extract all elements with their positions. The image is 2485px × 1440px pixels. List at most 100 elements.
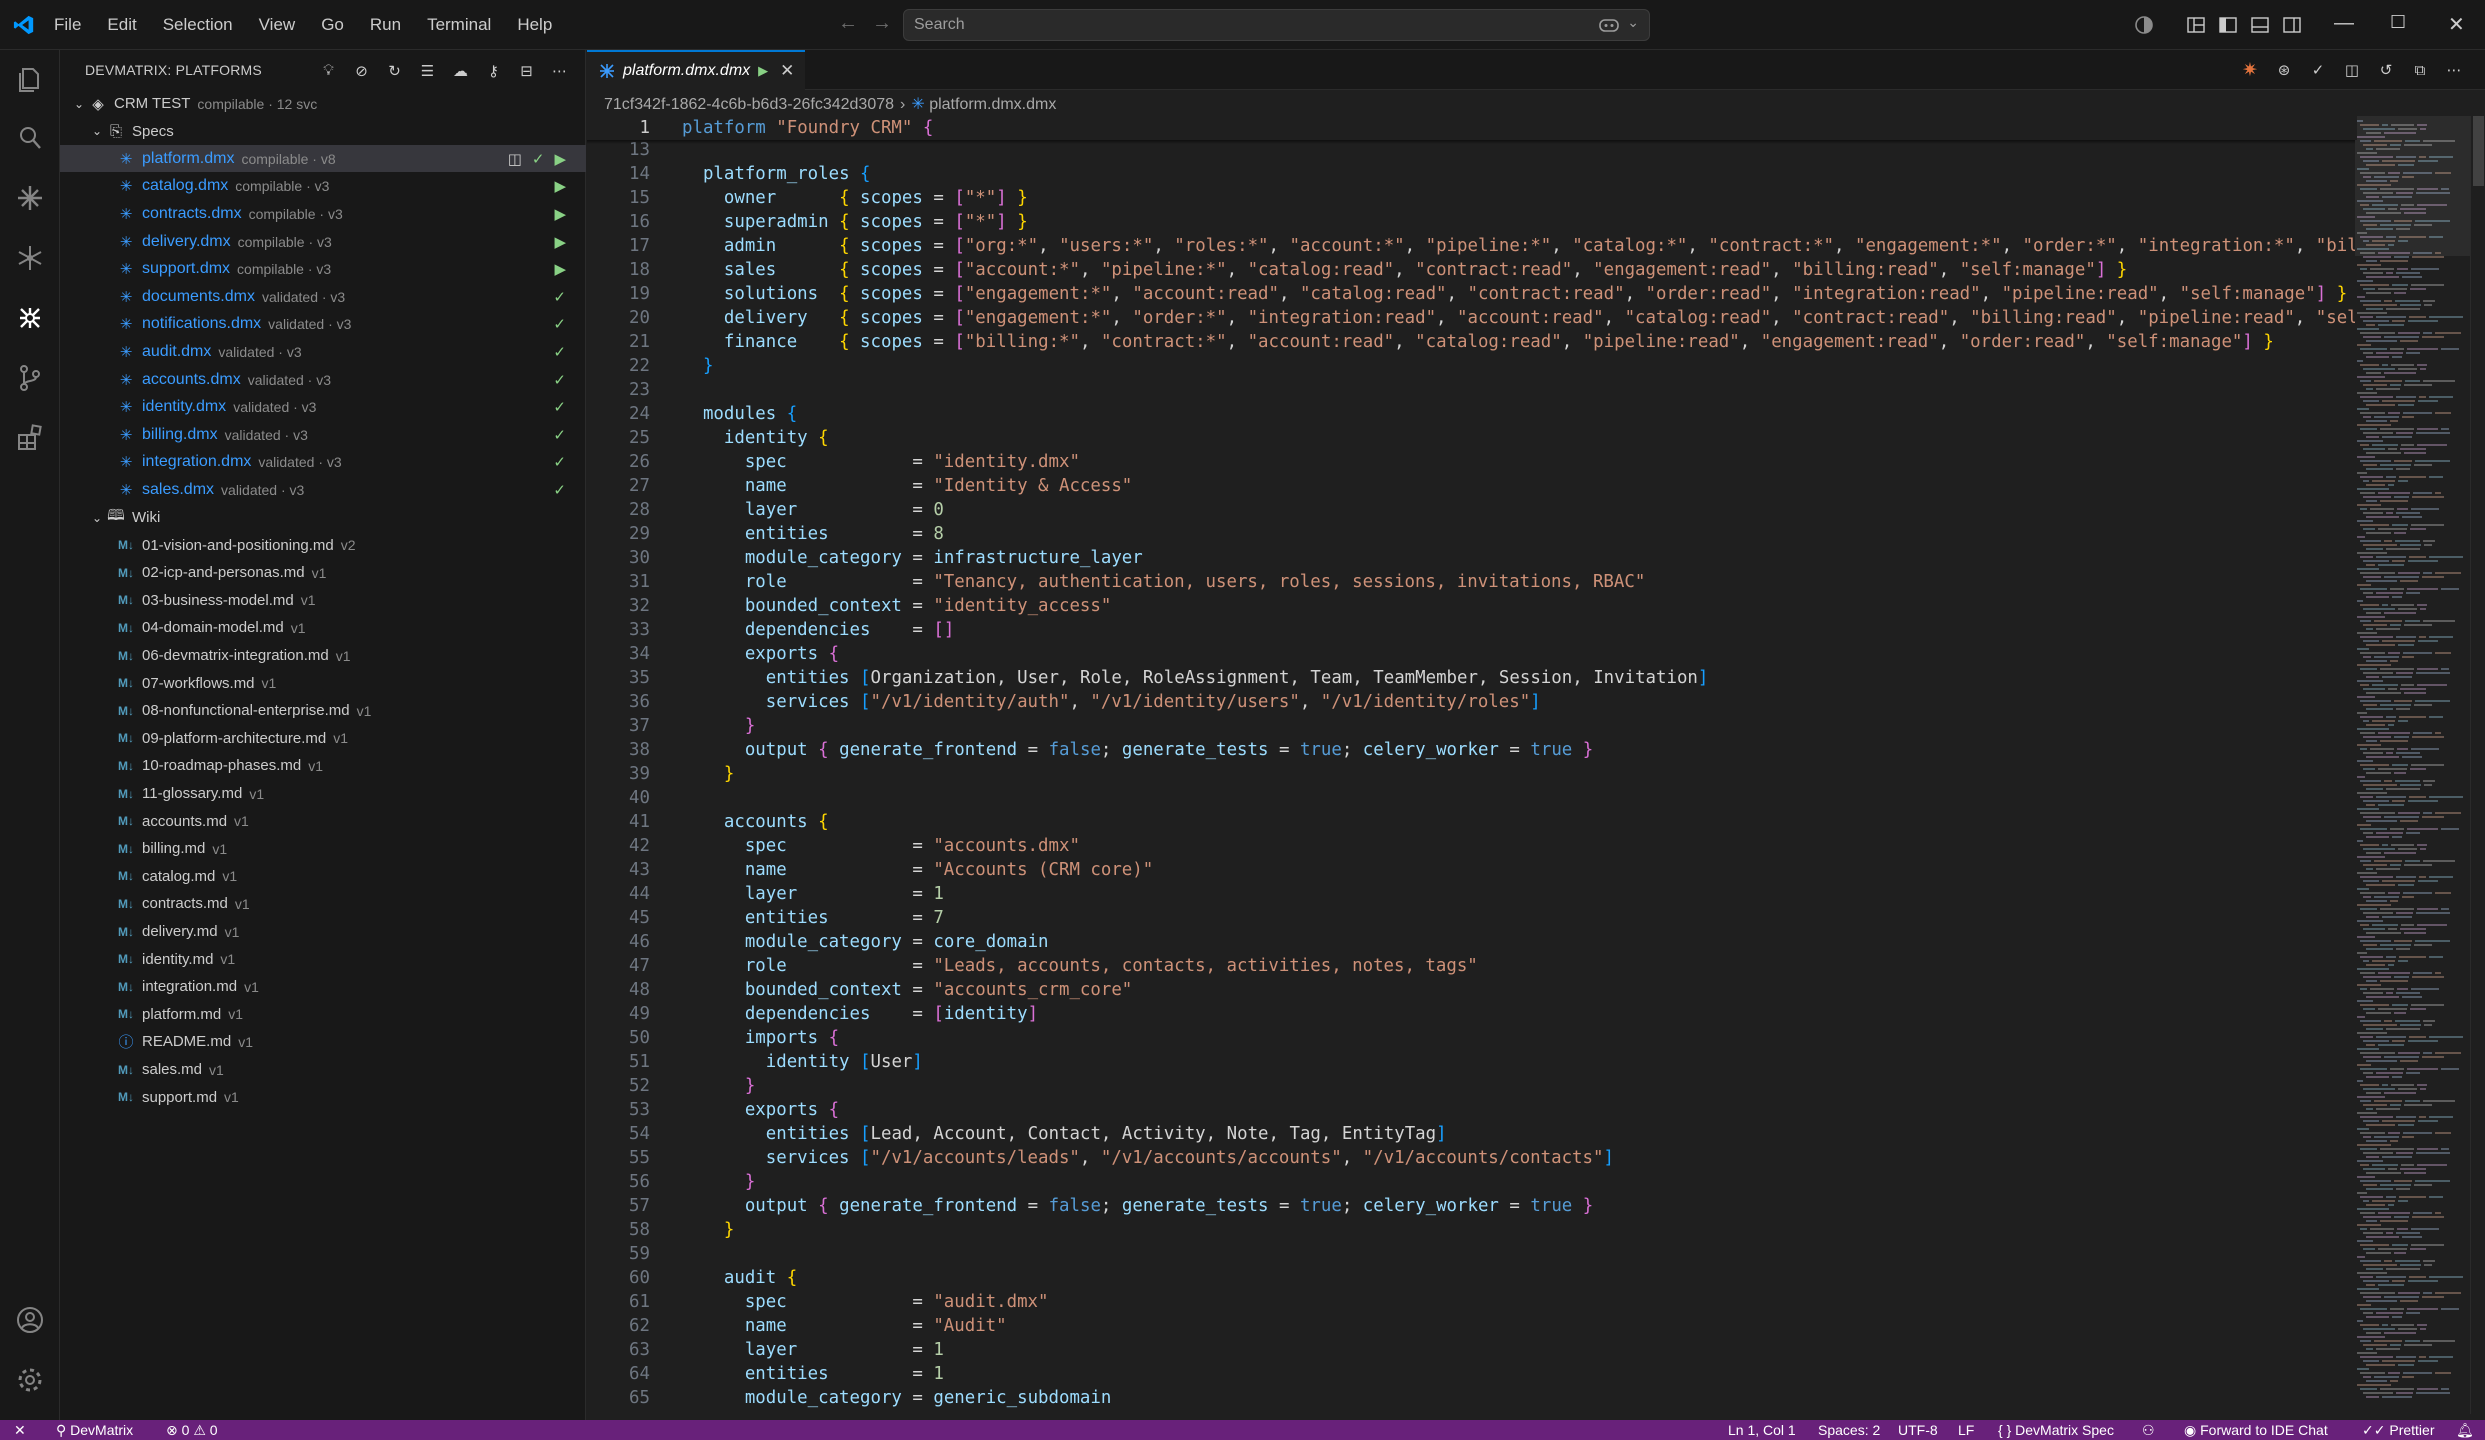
- toggle-secondary-sidebar-icon[interactable]: [2282, 15, 2302, 35]
- chevron-down-icon[interactable]: ⌄: [1627, 14, 1639, 31]
- more-actions-icon[interactable]: ⋯: [549, 60, 570, 81]
- code-line[interactable]: 31 role = "Tenancy, authentication, user…: [587, 570, 2357, 594]
- status-formatter[interactable]: ✓✓ Prettier: [2362, 1422, 2434, 1439]
- chevron-down-icon[interactable]: ⌄: [88, 124, 106, 138]
- status-indentation[interactable]: Spaces: 2: [1818, 1422, 1880, 1438]
- tree-group-specs[interactable]: ⌄ ⎘ Specs: [60, 118, 586, 145]
- minimap-viewport[interactable]: [2355, 116, 2470, 256]
- code-line[interactable]: 57 output { generate_frontend = false; g…: [587, 1194, 2357, 1218]
- scrollbar-thumb[interactable]: [2473, 116, 2484, 186]
- wiki-item-11-glossary[interactable]: M↓ 11-glossary.md v1: [60, 780, 586, 807]
- refresh-icon[interactable]: ↻: [384, 60, 405, 81]
- run-spec-icon[interactable]: ▶: [554, 205, 566, 223]
- status-problems[interactable]: ⊗ 0 ⚠ 0: [166, 1422, 218, 1439]
- wiki-item-09-platform-architecture[interactable]: M↓ 09-platform-architecture.md v1: [60, 725, 586, 752]
- code-line[interactable]: 16 superadmin { scopes = ["*"] }: [587, 210, 2357, 234]
- tree-group-wiki[interactable]: ⌄ 🕮︎ Wiki: [60, 504, 586, 531]
- code-line[interactable]: 24 modules {: [587, 402, 2357, 426]
- snowflake-extension-icon[interactable]: [14, 242, 46, 274]
- code-line[interactable]: 18 sales { scopes = ["account:*", "pipel…: [587, 258, 2357, 282]
- spec-item-accounts[interactable]: ✳ accounts.dmx validated · v3 ✓: [60, 366, 586, 393]
- wiki-item-accounts[interactable]: M↓ accounts.md v1: [60, 808, 586, 835]
- wiki-item-delivery[interactable]: M↓ delivery.md v1: [60, 918, 586, 945]
- close-window-icon[interactable]: ✕: [2448, 12, 2465, 37]
- tree-project-crm-test[interactable]: ⌄ ◈ CRM TEST compilable · 12 svc: [60, 90, 586, 117]
- minimize-icon[interactable]: —: [2334, 12, 2354, 35]
- wiki-item-identity[interactable]: M↓ identity.md v1: [60, 946, 586, 973]
- wiki-item-contracts[interactable]: M↓ contracts.md v1: [60, 890, 586, 917]
- code-line[interactable]: 41 accounts {: [587, 810, 2357, 834]
- wiki-item-02-icp-and-personas[interactable]: M↓ 02-icp-and-personas.md v1: [60, 559, 586, 586]
- more-actions-icon[interactable]: ⋯: [2443, 59, 2465, 81]
- run-spec-icon[interactable]: ▶: [554, 233, 566, 251]
- toggle-primary-sidebar-icon[interactable]: [2218, 15, 2238, 35]
- copilot-status-icon[interactable]: ⚇: [2142, 1422, 2155, 1439]
- code-line[interactable]: 38 output { generate_frontend = false; g…: [587, 738, 2357, 762]
- chevron-down-icon[interactable]: ⌄: [88, 511, 106, 525]
- vertical-scrollbar[interactable]: [2470, 116, 2485, 1414]
- wiki-item-07-workflows[interactable]: M↓ 07-workflows.md v1: [60, 670, 586, 697]
- menu-help[interactable]: Help: [517, 15, 552, 35]
- command-center-search[interactable]: Search ⌄: [903, 9, 1650, 41]
- code-line[interactable]: 22 }: [587, 354, 2357, 378]
- code-line[interactable]: 35 entities [Organization, User, Role, R…: [587, 666, 2357, 690]
- code-line[interactable]: 60 audit {: [587, 1266, 2357, 1290]
- code-line[interactable]: 62 name = "Audit": [587, 1314, 2357, 1338]
- run-spec-icon[interactable]: ▶: [554, 260, 566, 278]
- code-line[interactable]: 65 module_category = generic_subdomain: [587, 1386, 2357, 1410]
- menu-run[interactable]: Run: [370, 15, 401, 35]
- compile-all-icon[interactable]: ⊘: [351, 60, 372, 81]
- search-icon[interactable]: [14, 122, 46, 154]
- code-line[interactable]: 17 admin { scopes = ["org:*", "users:*",…: [587, 234, 2357, 258]
- code-line[interactable]: 64 entities = 1: [587, 1362, 2357, 1386]
- run-spec-icon[interactable]: ▶: [554, 151, 566, 168]
- code-line[interactable]: 53 exports {: [587, 1098, 2357, 1122]
- wiki-item-01-vision-and-positioning[interactable]: M↓ 01-vision-and-positioning.md v2: [60, 532, 586, 559]
- code-line[interactable]: 30 module_category = infrastructure_laye…: [587, 546, 2357, 570]
- wiki-item-integration[interactable]: M↓ integration.md v1: [60, 973, 586, 1000]
- open-preview-icon[interactable]: ◫: [508, 151, 522, 168]
- code-line[interactable]: 36 services ["/v1/identity/auth", "/v1/i…: [587, 690, 2357, 714]
- code-line[interactable]: 49 dependencies = [identity]: [587, 1002, 2357, 1026]
- menu-selection[interactable]: Selection: [163, 15, 233, 35]
- code-line[interactable]: 29 entities = 8: [587, 522, 2357, 546]
- wiki-item-10-roadmap-phases[interactable]: M↓ 10-roadmap-phases.md v1: [60, 752, 586, 779]
- menu-file[interactable]: File: [54, 15, 81, 35]
- open-preview-icon[interactable]: ◫: [2341, 59, 2363, 81]
- code-line[interactable]: 21 finance { scopes = ["billing:*", "con…: [587, 330, 2357, 354]
- code-line[interactable]: 45 entities = 7: [587, 906, 2357, 930]
- wiki-item-08-nonfunctional-enterprise[interactable]: M↓ 08-nonfunctional-enterprise.md v1: [60, 697, 586, 724]
- spec-item-catalog[interactable]: ✳ catalog.dmx compilable · v3 ▶: [60, 173, 586, 200]
- spec-item-audit[interactable]: ✳ audit.dmx validated · v3 ✓: [60, 338, 586, 365]
- status-encoding[interactable]: UTF-8: [1898, 1422, 1938, 1438]
- code-line[interactable]: 48 bounded_context = "accounts_crm_core": [587, 978, 2357, 1002]
- code-line[interactable]: 47 role = "Leads, accounts, contacts, ac…: [587, 954, 2357, 978]
- code-editor[interactable]: 1 platform "Foundry CRM" {13 14 platform_r…: [587, 116, 2357, 1414]
- code-line[interactable]: 61 spec = "audit.dmx": [587, 1290, 2357, 1314]
- code-line[interactable]: 44 layer = 1: [587, 882, 2357, 906]
- spec-item-notifications[interactable]: ✳ notifications.dmx validated · v3 ✓: [60, 311, 586, 338]
- history-icon[interactable]: ↺: [2375, 59, 2397, 81]
- notifications-bell-icon[interactable]: 🔔︎: [2456, 1422, 2474, 1439]
- lightbulb-icon[interactable]: 💡︎: [318, 60, 339, 81]
- validate-check-icon[interactable]: ✓: [2307, 59, 2329, 81]
- account-icon[interactable]: [14, 1304, 46, 1336]
- code-line[interactable]: 59: [587, 1242, 2357, 1266]
- tab-platform-dmx[interactable]: platform.dmx.dmx ▶ ✕: [587, 50, 805, 90]
- forward-arrow-icon[interactable]: →: [872, 12, 906, 34]
- menu-view[interactable]: View: [259, 15, 296, 35]
- extensions-icon[interactable]: [14, 422, 46, 454]
- back-arrow-icon[interactable]: ←: [838, 12, 872, 34]
- code-line[interactable]: 43 name = "Accounts (CRM core)": [587, 858, 2357, 882]
- code-line[interactable]: 14 platform_roles {: [587, 162, 2357, 186]
- spec-item-billing[interactable]: ✳ billing.dmx validated · v3 ✓: [60, 421, 586, 448]
- wiki-item-06-devmatrix-integration[interactable]: M↓ 06-devmatrix-integration.md v1: [60, 642, 586, 669]
- status-forward-chat[interactable]: ◉ Forward to IDE Chat: [2184, 1422, 2328, 1439]
- code-line[interactable]: 39 }: [587, 762, 2357, 786]
- copilot-icon[interactable]: [1599, 16, 1619, 34]
- settings-gear-icon[interactable]: [14, 1364, 46, 1396]
- validated-check-icon[interactable]: ✓: [532, 151, 545, 168]
- code-line[interactable]: 58 }: [587, 1218, 2357, 1242]
- code-line[interactable]: 23: [587, 378, 2357, 402]
- code-line[interactable]: 28 layer = 0: [587, 498, 2357, 522]
